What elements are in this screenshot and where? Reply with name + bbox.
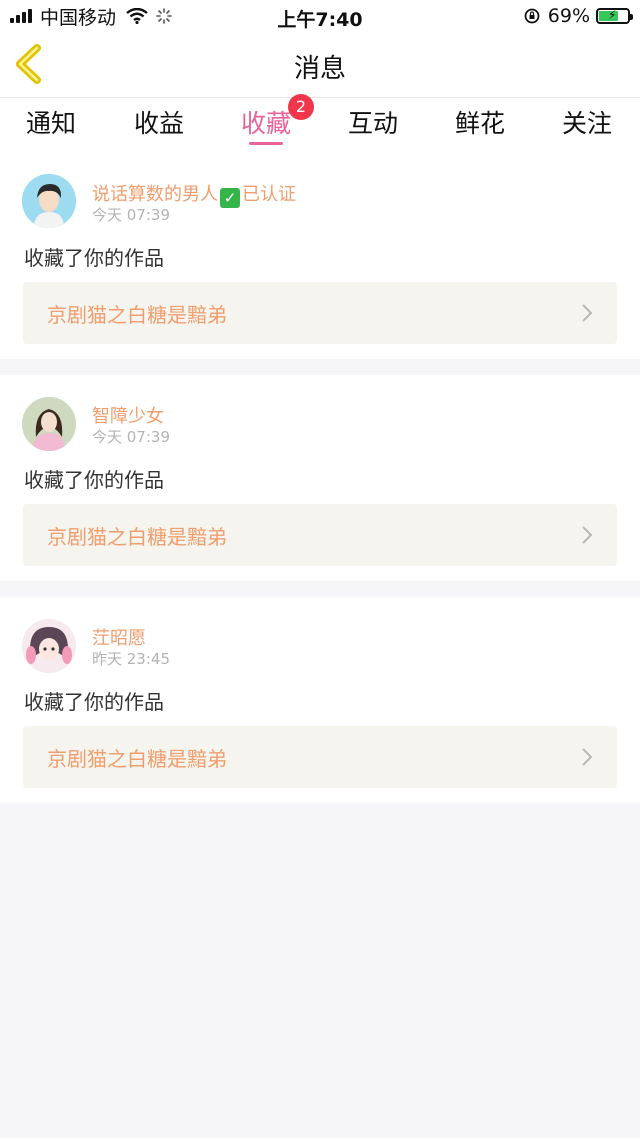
tab-following[interactable]: 关注: [542, 104, 632, 140]
page-title: 消息: [293, 54, 346, 84]
tab-interactions[interactable]: 互动: [328, 104, 418, 140]
avatar-image: [22, 174, 76, 228]
timestamp: 今天 07:39: [92, 206, 170, 224]
active-tab-indicator: [249, 142, 283, 145]
chevron-right-icon: [582, 526, 593, 544]
orientation-lock-icon: [524, 8, 540, 24]
avatar[interactable]: [22, 397, 76, 451]
notification-card: 茳昭愿 昨天 23:45 收藏了你的作品 京剧猫之白糖是黯弟: [0, 597, 640, 803]
work-link[interactable]: 京剧猫之白糖是黯弟: [23, 282, 617, 344]
avatar[interactable]: [22, 174, 76, 228]
user-name[interactable]: 智障少女: [92, 402, 164, 428]
verified-label: 已认证: [242, 184, 296, 205]
avatar[interactable]: [22, 619, 76, 673]
status-right: 69% ⚡: [524, 0, 633, 32]
work-title: 京剧猫之白糖是黯弟: [47, 747, 227, 771]
user-name[interactable]: 茳昭愿: [92, 624, 146, 650]
work-title: 京剧猫之白糖是黯弟: [47, 303, 227, 327]
work-link[interactable]: 京剧猫之白糖是黯弟: [23, 504, 617, 566]
chevron-right-icon: [582, 304, 593, 322]
action-text: 收藏了你的作品: [24, 468, 164, 492]
timestamp: 昨天 23:45: [92, 650, 170, 668]
tab-flowers[interactable]: 鲜花: [435, 104, 525, 140]
action-text: 收藏了你的作品: [24, 246, 164, 270]
avatar-image: [22, 397, 76, 451]
action-text: 收藏了你的作品: [24, 690, 164, 714]
work-title: 京剧猫之白糖是黯弟: [47, 525, 227, 549]
charging-bolt-icon: ⚡: [608, 8, 617, 22]
avatar-image: [22, 619, 76, 673]
battery-percentage: 69%: [547, 5, 590, 27]
tab-favorites-label: 收藏: [240, 109, 291, 138]
notification-card: 说话算数的男人 ✓ 已认证 今天 07:39 收藏了你的作品 京剧猫之白糖是黯弟: [0, 154, 640, 359]
notification-card: 智障少女 今天 07:39 收藏了你的作品 京剧猫之白糖是黯弟: [0, 375, 640, 581]
verified-icon: ✓: [220, 188, 240, 208]
unread-badge: 2: [288, 94, 314, 120]
tab-favorites[interactable]: 收藏 2: [221, 94, 314, 140]
battery-icon: ⚡: [596, 8, 633, 24]
tab-notifications[interactable]: 通知: [6, 104, 96, 140]
work-link[interactable]: 京剧猫之白糖是黯弟: [23, 726, 617, 788]
chevron-right-icon: [582, 748, 593, 766]
tab-bar: 通知 收益 收藏 2 互动 鲜花 关注: [0, 94, 640, 154]
user-name: 说话算数的男人: [92, 184, 218, 205]
nav-bar: 消息: [0, 32, 640, 98]
tab-earnings[interactable]: 收益: [114, 104, 204, 140]
timestamp: 今天 07:39: [92, 428, 170, 446]
status-bar: 中国移动 上午7:40 69% ⚡: [0, 0, 640, 32]
